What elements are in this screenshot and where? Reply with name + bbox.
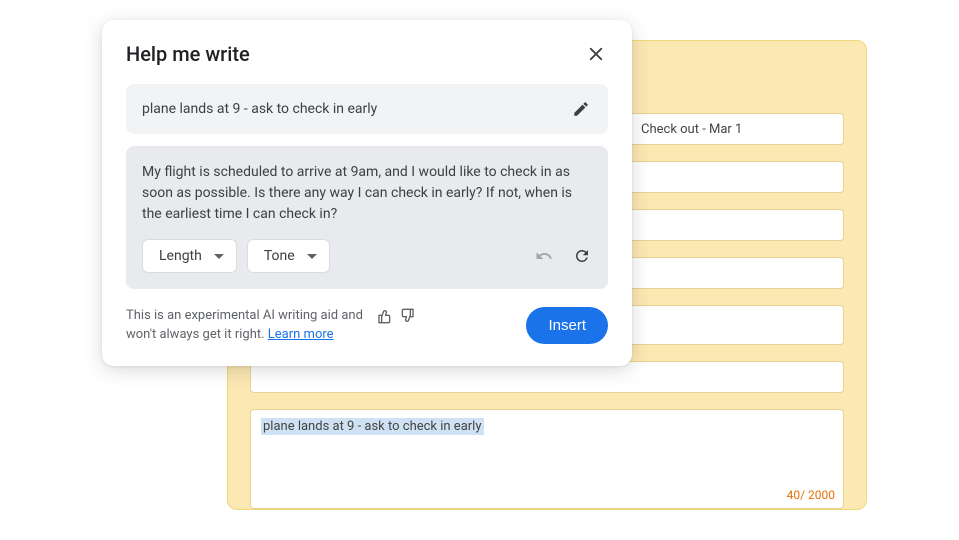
learn-more-link[interactable]: Learn more [268,327,334,342]
prompt-box: plane lands at 9 - ask to check in early [126,84,608,134]
modal-header: Help me write [126,42,608,66]
thumbs-up-icon [377,308,393,324]
chevron-down-icon [307,254,317,259]
edit-prompt-button[interactable] [570,98,592,120]
textarea-content: plane lands at 9 - ask to check in early [261,418,484,435]
modal-footer: This is an experimental AI writing aid a… [126,307,608,344]
prompt-text: plane lands at 9 - ask to check in early [142,101,377,117]
suggestion-text: My flight is scheduled to arrive at 9am,… [142,162,592,225]
checkout-label: Check out - Mar 1 [641,122,742,137]
chevron-down-icon [214,254,224,259]
thumbs-down-button[interactable] [399,308,415,324]
pencil-icon [572,100,590,118]
message-textarea[interactable]: plane lands at 9 - ask to check in early… [250,409,844,509]
undo-icon [535,247,553,265]
disclaimer-text-1: This is an experimental AI writing aid a… [126,307,363,325]
close-icon [587,45,605,63]
thumbs-down-icon [399,308,415,324]
length-dropdown[interactable]: Length [142,239,237,273]
disclaimer: This is an experimental AI writing aid a… [126,307,415,343]
thumbs-up-button[interactable] [377,308,393,324]
disclaimer-text-2: won't always get it right. [126,327,265,342]
close-button[interactable] [584,42,608,66]
tone-dropdown[interactable]: Tone [247,239,330,273]
insert-button[interactable]: Insert [526,307,608,344]
tone-label: Tone [264,248,295,264]
undo-button[interactable] [534,246,554,266]
length-label: Length [159,248,202,264]
refresh-button[interactable] [572,246,592,266]
suggestion-controls: Length Tone [142,239,592,273]
modal-title: Help me write [126,42,250,66]
suggestion-box: My flight is scheduled to arrive at 9am,… [126,146,608,289]
help-me-write-modal: Help me write plane lands at 9 - ask to … [102,20,632,366]
char-count: 40/ 2000 [787,488,835,502]
refresh-icon [573,247,591,265]
